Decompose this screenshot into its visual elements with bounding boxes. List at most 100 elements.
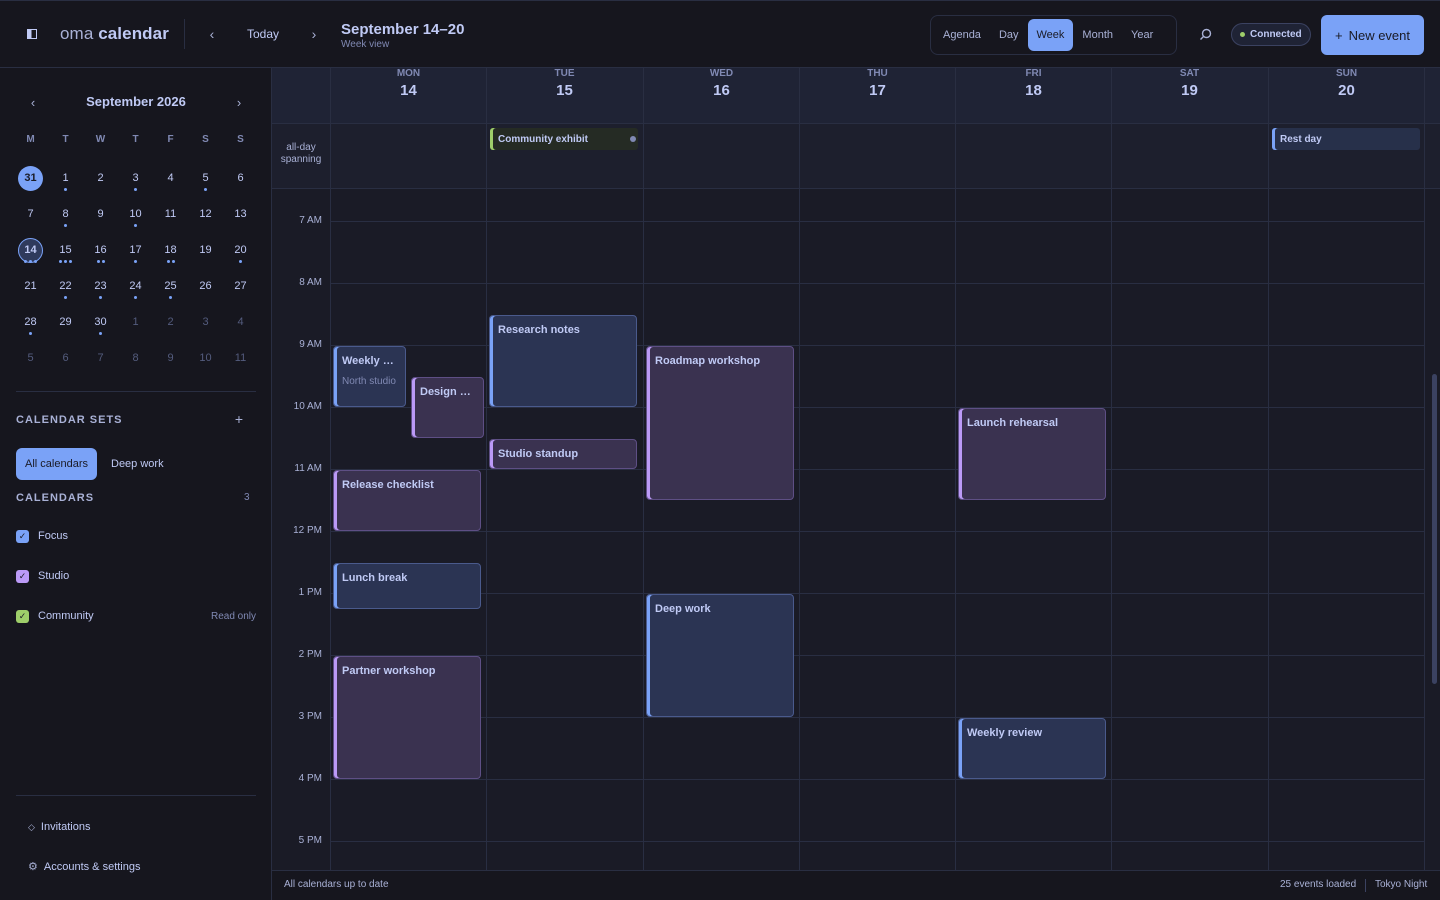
mini-calendar-day[interactable]: 27 (223, 268, 258, 304)
previous-week-button[interactable]: ‹ (200, 23, 224, 45)
view-tab-year[interactable]: Year (1122, 19, 1162, 51)
mini-calendar-day[interactable]: 8 (48, 196, 83, 232)
calendar-event[interactable]: Launch rehearsal (958, 408, 1106, 500)
checkbox-icon[interactable]: ✓ (16, 529, 29, 543)
mini-calendar-day[interactable]: 5 (188, 160, 223, 196)
mini-calendar-day[interactable]: 20 (223, 232, 258, 268)
mini-calendar-day[interactable]: 2 (153, 304, 188, 340)
today-button[interactable]: Today (236, 23, 290, 45)
calendar-event[interactable]: Weekly … North studio (333, 346, 406, 407)
mini-calendar-day[interactable]: 19 (188, 232, 223, 268)
mini-calendar-day[interactable]: 10 (188, 340, 223, 376)
mini-calendar-day[interactable]: 6 (223, 160, 258, 196)
mini-calendar-day[interactable]: 4 (153, 160, 188, 196)
day-column[interactable] (643, 189, 799, 870)
mini-calendar-day[interactable]: 1 (48, 160, 83, 196)
view-tab-week[interactable]: Week (1027, 19, 1074, 51)
mini-calendar-prev-button[interactable]: ‹ (23, 92, 43, 112)
day-column[interactable] (1111, 189, 1267, 870)
mini-calendar-day[interactable]: 18 (153, 232, 188, 268)
mini-calendar-day[interactable]: 28 (13, 304, 48, 340)
view-tab-agenda[interactable]: Agenda (934, 19, 990, 51)
day-column[interactable] (1268, 189, 1424, 870)
mini-calendar-day[interactable]: 10 (118, 196, 153, 232)
mini-calendar-day[interactable]: 26 (188, 268, 223, 304)
day-header-sat[interactable]: SAT 19 (1111, 68, 1267, 124)
all-day-event[interactable]: Rest day (1272, 128, 1420, 150)
mini-calendar-day[interactable]: 14 (13, 232, 48, 268)
all-day-event[interactable]: Community exhibit (490, 128, 638, 150)
mini-calendar-day[interactable]: 21 (13, 268, 48, 304)
all-day-cell[interactable] (330, 124, 486, 189)
calendar-set-deep-work[interactable]: Deep work (102, 448, 173, 480)
checkbox-icon[interactable]: ✓ (16, 569, 29, 583)
mini-calendar-day[interactable]: 29 (48, 304, 83, 340)
calendar-event[interactable]: Partner workshop (333, 656, 481, 779)
invitations-link[interactable]: ◇ Invitations (28, 821, 90, 833)
new-event-button[interactable]: + New event (1321, 15, 1424, 55)
mini-calendar-day[interactable]: 3 (188, 304, 223, 340)
mini-calendar-day[interactable]: 4 (223, 304, 258, 340)
mini-calendar-day[interactable]: 16 (83, 232, 118, 268)
mini-calendar-day[interactable]: 30 (83, 304, 118, 340)
day-header-tue[interactable]: TUE 15 (486, 68, 642, 124)
mini-calendar-day[interactable]: 2 (83, 160, 118, 196)
calendar-event[interactable]: Deep work (646, 594, 794, 717)
mini-calendar-next-button[interactable]: › (229, 92, 249, 112)
mini-calendar-grid: 31 1 2 3 4 5 6 7 8 9 10 11 12 13 14 15 16 17 18 19 20 21 22 23 2… (13, 160, 258, 376)
calendar-event[interactable]: Research notes (489, 315, 637, 407)
mini-calendar-day[interactable]: 23 (83, 268, 118, 304)
mini-calendar-day[interactable]: 25 (153, 268, 188, 304)
day-header-wed[interactable]: WED 16 (643, 68, 799, 124)
all-day-cell[interactable] (955, 124, 1111, 189)
add-calendar-set-button[interactable]: + (231, 409, 247, 429)
day-column[interactable] (799, 189, 955, 870)
mini-calendar-day-number: 8 (132, 352, 139, 364)
time-grid-scrollbar[interactable] (1432, 374, 1437, 684)
day-header-thu[interactable]: THU 17 (799, 68, 955, 124)
mini-calendar-day[interactable]: 24 (118, 268, 153, 304)
calendar-item-studio[interactable]: ✓ Studio (16, 566, 256, 586)
calendar-set-all[interactable]: All calendars (16, 448, 97, 480)
mini-calendar-day[interactable]: 31 (13, 160, 48, 196)
view-tab-day[interactable]: Day (990, 19, 1028, 51)
mini-calendar-day[interactable]: 8 (118, 340, 153, 376)
next-week-button[interactable]: › (302, 23, 326, 45)
checkbox-icon[interactable]: ✓ (16, 609, 29, 623)
calendar-item-community[interactable]: ✓ Community Read only (16, 606, 256, 626)
day-header-fri[interactable]: FRI 18 (955, 68, 1111, 124)
calendar-event[interactable]: Weekly review (958, 718, 1106, 779)
calendar-event[interactable]: Design … (411, 377, 484, 438)
mini-calendar-day[interactable]: 3 (118, 160, 153, 196)
calendar-event[interactable]: Lunch break (333, 563, 481, 609)
mini-calendar-day[interactable]: 9 (83, 196, 118, 232)
mini-calendar-day[interactable]: 7 (83, 340, 118, 376)
accounts-settings-link[interactable]: ⚙ Accounts & settings (28, 860, 140, 874)
mini-calendar-day[interactable]: 5 (13, 340, 48, 376)
view-tab-month[interactable]: Month (1073, 19, 1122, 51)
day-column[interactable] (486, 189, 642, 870)
mini-calendar-day[interactable]: 11 (223, 340, 258, 376)
mini-calendar-day[interactable]: 7 (13, 196, 48, 232)
mini-calendar-day[interactable]: 11 (153, 196, 188, 232)
calendar-event[interactable]: Release checklist (333, 470, 481, 531)
calendar-event[interactable]: Roadmap workshop (646, 346, 794, 500)
all-day-cell[interactable] (799, 124, 955, 189)
time-grid[interactable]: 7 AM 8 AM 9 AM 10 AM 11 AM 12 PM 1 PM 2 PM 3 PM 4… (272, 189, 1440, 870)
day-header-mon[interactable]: MON 14 (330, 68, 486, 124)
all-day-cell[interactable] (1111, 124, 1267, 189)
mini-calendar-day[interactable]: 15 (48, 232, 83, 268)
mini-calendar-day[interactable]: 6 (48, 340, 83, 376)
mini-calendar-day[interactable]: 9 (153, 340, 188, 376)
mini-calendar-day[interactable]: 22 (48, 268, 83, 304)
mini-calendar-day[interactable]: 1 (118, 304, 153, 340)
day-header-sun[interactable]: SUN 20 (1268, 68, 1424, 124)
mini-calendar-day[interactable]: 13 (223, 196, 258, 232)
all-day-cell[interactable] (643, 124, 799, 189)
calendar-item-focus[interactable]: ✓ Focus (16, 526, 256, 546)
calendar-event[interactable]: Studio standup (489, 439, 637, 469)
sidebar-toggle-icon[interactable] (20, 23, 44, 45)
search-icon[interactable] (1194, 23, 1216, 45)
mini-calendar-day[interactable]: 12 (188, 196, 223, 232)
mini-calendar-day[interactable]: 17 (118, 232, 153, 268)
